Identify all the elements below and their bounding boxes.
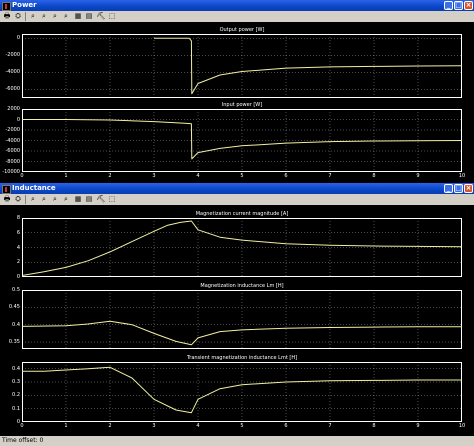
x-tick-label: 3 xyxy=(152,423,156,429)
inductance-title-bar[interactable]: Inductance _ □ × xyxy=(0,183,474,194)
x-tick-label: 9 xyxy=(416,423,420,429)
autoscale-icon[interactable]: ⌕ xyxy=(61,12,71,21)
maximize-button[interactable]: □ xyxy=(454,1,463,10)
y-tick-label: 0 xyxy=(16,274,20,280)
y-tick-label: 4 xyxy=(16,244,20,251)
x-tick-label: 8 xyxy=(372,423,376,429)
parameters-icon[interactable]: ⛭ xyxy=(13,12,23,21)
series-line xyxy=(154,37,463,95)
x-tick-label: 3 xyxy=(152,173,156,179)
y-tick-label: 0.4 xyxy=(12,321,20,328)
y-tick-label: 0.35 xyxy=(8,339,20,346)
toolbar-separator xyxy=(25,195,26,204)
status-bar: Time offset: 0 xyxy=(0,436,474,446)
x-tick-label: 1 xyxy=(64,423,68,429)
close-button[interactable]: × xyxy=(464,1,473,10)
signal-selection-icon[interactable]: ⬚ xyxy=(107,12,117,21)
y-tick-label: 0.5 xyxy=(12,287,20,293)
print-icon[interactable]: 🖶 xyxy=(2,12,12,21)
y-tick-label: -2000 xyxy=(5,52,20,59)
maximize-button[interactable]: □ xyxy=(454,184,463,193)
x-tick-label: 7 xyxy=(328,423,332,429)
y-tick-label: 0.45 xyxy=(8,304,20,311)
y-tick-label: 8 xyxy=(16,215,20,221)
inductance-window-title: Inductance xyxy=(12,184,56,192)
x-tick-label: 5 xyxy=(240,173,244,179)
restore-axes-icon[interactable]: ▤ xyxy=(84,195,94,204)
x-tick-label: 0 xyxy=(20,423,24,429)
y-tick-label: 6 xyxy=(16,229,20,236)
y-tick-label: 0.2 xyxy=(12,392,20,399)
y-tick-label: 0.4 xyxy=(12,365,20,372)
x-tick-label: 5 xyxy=(240,423,244,429)
x-tick-label: 4 xyxy=(196,173,200,179)
save-axes-icon[interactable]: ▦ xyxy=(73,12,83,21)
x-tick-label: 10 xyxy=(458,173,466,179)
save-axes-icon[interactable]: ▦ xyxy=(73,195,83,204)
zoom-y-icon[interactable]: ⌕ xyxy=(50,195,60,204)
x-tick-label: 2 xyxy=(108,423,112,429)
y-tick-label: 2 xyxy=(16,259,20,266)
zoom-x-icon[interactable]: ⌕ xyxy=(39,195,49,204)
y-tick-label: 0 xyxy=(16,35,20,42)
inductance-plots-svg xyxy=(21,218,463,422)
x-tick-label: 6 xyxy=(284,423,288,429)
x-tick-label: 7 xyxy=(328,173,332,179)
minimize-button[interactable]: _ xyxy=(444,1,453,10)
minimize-button[interactable]: _ xyxy=(444,184,453,193)
y-tick-label: -4000 xyxy=(5,137,20,144)
y-tick-label: -2000 xyxy=(5,127,20,133)
x-tick-label: 9 xyxy=(416,173,420,179)
toolbar-separator xyxy=(25,12,26,21)
y-tick-label: -4000 xyxy=(5,69,20,76)
y-tick-label: -6000 xyxy=(5,148,20,154)
x-tick-label: 2 xyxy=(108,173,112,179)
matlab-app-icon xyxy=(2,2,11,11)
x-tick-label: 1 xyxy=(64,173,68,179)
inductance-scope-area: Magnetization current magnitude [A] Magn… xyxy=(0,205,474,436)
y-tick-label: 0.1 xyxy=(12,405,20,412)
x-tick-label: 4 xyxy=(196,423,200,429)
restore-axes-icon[interactable]: ▤ xyxy=(84,12,94,21)
zoom-icon[interactable]: ⌕ xyxy=(28,195,38,204)
zoom-y-icon[interactable]: ⌕ xyxy=(50,12,60,21)
zoom-x-icon[interactable]: ⌕ xyxy=(39,12,49,21)
zoom-icon[interactable]: ⌕ xyxy=(28,12,38,21)
inductance-window: Inductance _ □ × 🖶 ⛭ ⌕ ⌕ ⌕ ⌕ ▦ ▤ ⛏ ⬚ Magne… xyxy=(0,183,474,446)
y-tick-label: 2000 xyxy=(7,106,20,112)
floating-scope-icon[interactable]: ⛏ xyxy=(96,12,106,21)
power-plots-svg xyxy=(22,34,463,172)
power-scope-area: Output power [W] Input power [W] 0 -2000-… xyxy=(0,22,474,183)
x-tick-label: 10 xyxy=(458,423,466,429)
autoscale-icon[interactable]: ⌕ xyxy=(61,195,71,204)
x-tick-label: 6 xyxy=(284,173,288,179)
power-window: Power _ □ × 🖶 ⛭ ⌕ ⌕ ⌕ ⌕ ▦ ▤ ⛏ ⬚ Output pow… xyxy=(0,0,474,183)
parameters-icon[interactable]: ⛭ xyxy=(13,195,23,204)
close-button[interactable]: × xyxy=(464,184,473,193)
x-tick-label: 8 xyxy=(372,173,376,179)
y-tick-label: 0 xyxy=(16,116,20,123)
x-tick-label: 0 xyxy=(20,173,24,179)
y-tick-label: 0.3 xyxy=(12,379,20,385)
matlab-app-icon xyxy=(2,185,11,194)
floating-scope-icon[interactable]: ⛏ xyxy=(96,195,106,204)
power-window-title: Power xyxy=(12,1,37,9)
power-title-bar[interactable]: Power _ □ × xyxy=(0,0,474,11)
y-tick-label: -8000 xyxy=(5,158,20,165)
print-icon[interactable]: 🖶 xyxy=(2,195,12,204)
y-tick-label: -6000 xyxy=(5,86,20,93)
signal-selection-icon[interactable]: ⬚ xyxy=(107,195,117,204)
